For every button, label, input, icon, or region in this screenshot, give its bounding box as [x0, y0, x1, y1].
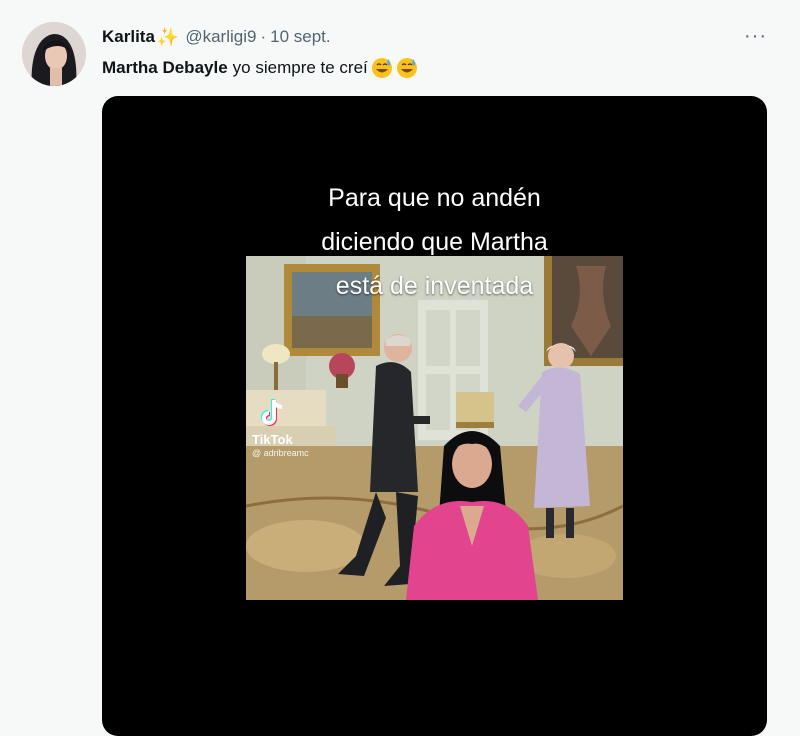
tiktok-logo-icon [261, 399, 283, 426]
tiktok-username: @ adribreamc [252, 448, 309, 458]
tweet-text: Martha Debayle yo siempre te creí [102, 57, 418, 79]
grinning-sweat-emoji-icon [371, 58, 392, 78]
tweet-card[interactable]: Karlita ✨ @karligi9 · 10 sept. ··· Marth… [0, 0, 800, 736]
separator: · [260, 27, 267, 46]
video-media[interactable]: Para que no andén diciendo que Martha es… [102, 96, 767, 736]
grinning-sweat-emoji-icon [396, 58, 417, 78]
tweet-header: Karlita ✨ @karligi9 · 10 sept. [102, 26, 331, 48]
author-handle[interactable]: @karligi9 [185, 27, 256, 47]
sparkles-icon: ✨ [156, 26, 180, 47]
more-options-icon[interactable]: ··· [744, 26, 767, 46]
avatar[interactable] [22, 22, 86, 86]
caption-line-1: Para que no andén [328, 184, 541, 212]
mention-link[interactable]: Martha Debayle [102, 58, 228, 78]
author-name[interactable]: Karlita [102, 27, 155, 47]
tweet-date[interactable]: 10 sept. [270, 27, 331, 47]
tweet-body: yo siempre te creí [232, 58, 368, 77]
caption-line-3: está de inventada [335, 272, 534, 300]
tiktok-watermark: TikTok @ adribreamc [252, 398, 309, 459]
caption-line-2: diciendo que Martha [321, 228, 548, 256]
tiktok-label: TikTok [252, 432, 293, 447]
